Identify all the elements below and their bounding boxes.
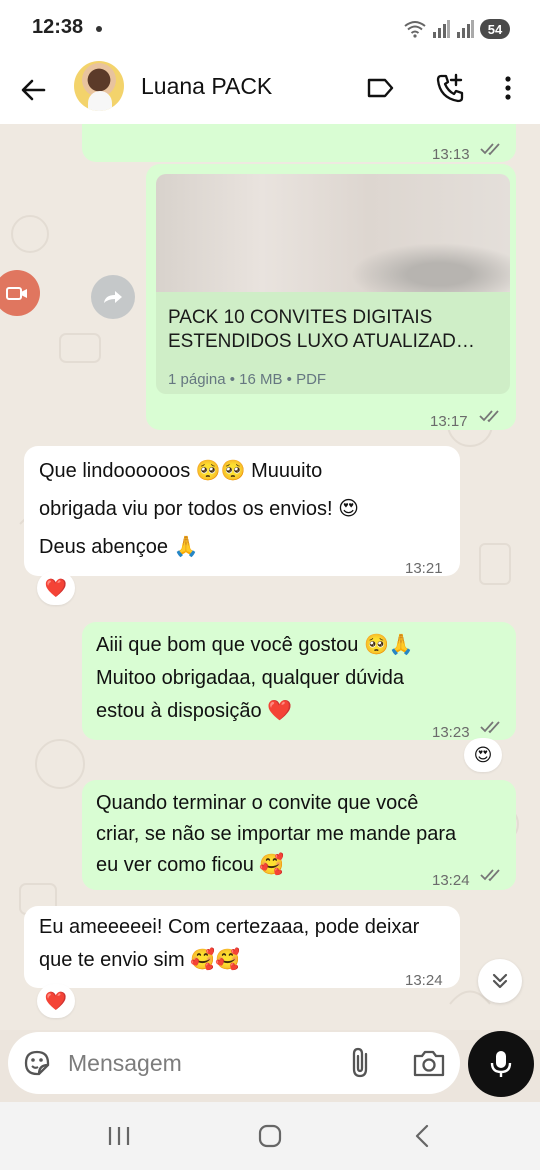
double-check-icon — [480, 143, 500, 156]
battery-indicator: 54 — [480, 19, 510, 39]
status-icons: 54 — [404, 18, 510, 40]
home-icon[interactable] — [257, 1124, 283, 1148]
message-line: Aiii que bom que você gostou 🥺🙏 — [96, 634, 414, 656]
wifi-icon — [404, 21, 426, 38]
document-title-line2: ESTENDIDOS LUXO ATUALIZAD… — [168, 331, 475, 352]
avatar[interactable] — [74, 61, 124, 111]
double-check-icon — [480, 721, 500, 734]
outgoing-message[interactable]: Quando terminar o convite que você criar… — [82, 780, 516, 890]
incoming-message[interactable]: Que lindoooooos 🥺🥺 Muuuito obrigada viu … — [24, 446, 460, 577]
system-nav-bar — [0, 1102, 540, 1170]
add-call-icon[interactable] — [432, 70, 468, 106]
message-line: Eu ameeeeei! Com certezaaa, pode deixar — [39, 916, 420, 938]
document-preview[interactable] — [156, 174, 510, 292]
message-time: 13:17 — [430, 413, 468, 430]
document-meta: 1 página • 16 MB • PDF — [168, 371, 327, 388]
status-bar: 12:38 54 — [0, 0, 540, 58]
outgoing-message-partial[interactable]: 13:13 — [82, 124, 516, 163]
chat-area[interactable]: 13:13 PACK 10 CONVITES DIGITAIS ESTENDID… — [0, 124, 540, 1030]
message-line: Quando terminar o convite que você — [96, 792, 419, 814]
chat-header: Luana PACK — [0, 58, 540, 124]
attach-icon[interactable] — [346, 1046, 376, 1080]
scroll-to-bottom-button[interactable] — [478, 959, 522, 1003]
contact-name[interactable]: Luana PACK — [141, 73, 272, 100]
voice-record-button[interactable] — [468, 1031, 534, 1097]
outgoing-document-message[interactable]: PACK 10 CONVITES DIGITAIS ESTENDIDOS LUX… — [146, 164, 516, 430]
document-info[interactable]: PACK 10 CONVITES DIGITAIS ESTENDIDOS LUX… — [156, 292, 510, 394]
message-time: 13:24 — [432, 872, 470, 889]
message-line: que te envio sim 🥰🥰 — [39, 949, 240, 971]
camera-icon — [6, 287, 27, 300]
message-time: 13:24 — [405, 972, 443, 989]
more-options-icon[interactable] — [490, 70, 526, 106]
document-title-line1: PACK 10 CONVITES DIGITAIS — [168, 307, 433, 328]
message-line: obrigada viu por todos os envios! 😍 — [39, 498, 359, 520]
forward-icon[interactable] — [91, 275, 135, 319]
back-nav-icon[interactable] — [410, 1124, 436, 1148]
back-arrow-icon[interactable] — [16, 72, 52, 108]
notification-dot-icon — [96, 26, 102, 32]
chevron-double-down-icon — [492, 973, 508, 989]
label-tag-icon[interactable] — [362, 70, 398, 106]
double-check-icon — [480, 869, 500, 882]
microphone-icon — [490, 1051, 512, 1077]
reaction-badge[interactable]: ❤️ — [37, 984, 75, 1018]
message-input[interactable] — [68, 1042, 328, 1084]
reaction-badge[interactable]: ❤️ — [37, 571, 75, 605]
camera-icon[interactable] — [412, 1048, 446, 1078]
message-line: criar, se não se importar me mande para — [96, 823, 457, 845]
incoming-message[interactable]: Eu ameeeeei! Com certezaaa, pode deixar … — [24, 906, 460, 989]
reaction-badge[interactable]: 😍 — [464, 738, 502, 772]
message-time: 13:21 — [405, 560, 443, 577]
double-check-icon — [479, 410, 499, 423]
outgoing-message[interactable]: Aiii que bom que você gostou 🥺🙏 Muitoo o… — [82, 622, 516, 741]
recent-apps-icon[interactable] — [106, 1124, 132, 1148]
message-time: 13:23 — [432, 724, 470, 741]
message-line: Deus abençoe 🙏 — [39, 536, 199, 558]
signal-icon-2 — [457, 20, 474, 38]
message-line: Que lindoooooos 🥺🥺 Muuuito — [39, 460, 323, 482]
status-time: 12:38 — [32, 16, 84, 38]
message-composer — [8, 1032, 460, 1094]
sticker-icon[interactable] — [22, 1048, 52, 1078]
signal-icon — [433, 20, 450, 38]
message-line: Muitoo obrigadaa, qualquer dúvida — [96, 667, 404, 689]
